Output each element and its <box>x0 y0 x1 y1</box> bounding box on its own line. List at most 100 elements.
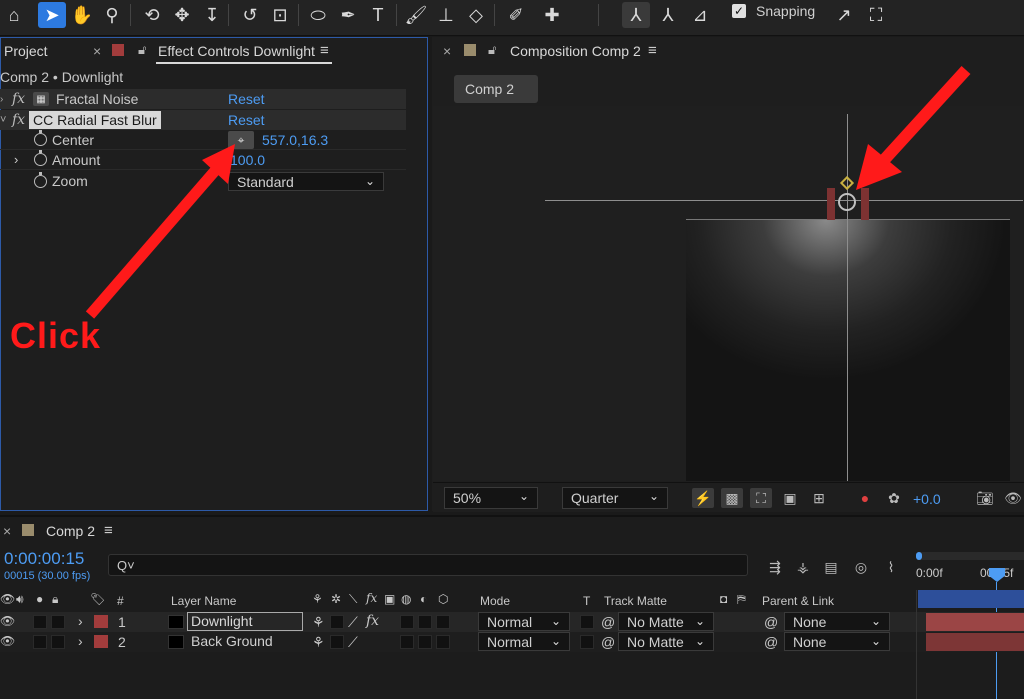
adjustment-column-icon[interactable]: ◐ <box>420 592 427 606</box>
close-tab-icon[interactable]: × <box>443 43 451 59</box>
layer-name-field[interactable]: Downlight <box>187 612 303 631</box>
comp-breadcrumb-tab[interactable]: Comp 2 <box>454 75 538 103</box>
resolution-dropdown[interactable]: Quarter ⌄ <box>562 487 668 509</box>
pen-tool-icon[interactable]: ✒ <box>334 2 362 28</box>
shy-switch-icon[interactable]: ⚘ <box>312 614 325 631</box>
draft-3d-icon[interactable]: ⚶ <box>792 557 814 577</box>
effect-row-fractal-noise[interactable]: › fx ▦ Fractal Noise Reset <box>0 89 406 109</box>
panel-menu-icon[interactable]: ≡ <box>104 522 113 539</box>
transparency-grid-icon[interactable]: ▩ <box>721 488 743 508</box>
color-channels-icon[interactable]: ● <box>854 488 876 508</box>
hand-tool-icon[interactable]: ✋ <box>68 2 96 28</box>
lock-column-icon[interactable]: 🔒︎ <box>52 592 58 607</box>
motion-blur-switch[interactable] <box>400 635 414 649</box>
magnification-dropdown[interactable]: 50% ⌄ <box>444 487 538 509</box>
collapse-switch[interactable] <box>330 615 344 629</box>
show-snapshot-icon[interactable]: 👁︎ <box>1002 488 1024 508</box>
project-tab[interactable]: Project <box>4 43 48 59</box>
orbit-camera-icon[interactable]: ⟲ <box>138 2 166 28</box>
eraser-tool-icon[interactable]: ◇ <box>462 2 490 28</box>
home-icon[interactable]: ⌂ <box>0 2 28 28</box>
3d-switch[interactable] <box>436 615 450 629</box>
center-value[interactable]: 557.0,16.3 <box>262 132 328 148</box>
effect-row-cc-radial-fast-blur[interactable]: ˅ fx CC Radial Fast Blur Reset <box>0 110 406 130</box>
panel-menu-icon[interactable]: ≡ <box>320 42 329 59</box>
preserve-transparency-toggle[interactable] <box>580 615 594 629</box>
layer-label-color[interactable] <box>94 615 108 628</box>
label-column-icon[interactable]: 🏷︎ <box>90 592 105 606</box>
collapse-switch[interactable] <box>330 635 344 649</box>
panel-menu-icon[interactable]: ≡ <box>648 42 657 59</box>
parent-dropdown[interactable]: None ⌄ <box>784 632 890 651</box>
local-axis-icon[interactable]: ⅄ <box>622 2 650 28</box>
reset-link[interactable]: Reset <box>228 91 265 107</box>
track-matte-dropdown[interactable]: No Matte ⌄ <box>618 612 714 631</box>
snap-features-icon[interactable]: ⛶ <box>862 2 890 28</box>
roto-brush-tool-icon[interactable]: ✐ <box>502 2 530 28</box>
solo-toggle[interactable] <box>33 615 47 629</box>
fast-preview-icon[interactable]: ⚡ <box>692 488 714 508</box>
motion-blur-column-icon[interactable]: ◍ <box>401 592 411 606</box>
fx-icon[interactable]: fx <box>12 112 25 128</box>
stopwatch-icon[interactable] <box>34 150 47 166</box>
shy-column-icon[interactable]: ⚘ <box>312 592 323 606</box>
audio-column-icon[interactable]: 🔊︎ <box>16 592 24 607</box>
reset-exposure-icon[interactable]: ✿ <box>883 488 905 508</box>
puppet-pin-tool-icon[interactable]: ✚ <box>538 2 566 28</box>
parent-dropdown[interactable]: None ⌄ <box>784 612 890 631</box>
dolly-camera-icon[interactable]: ↧ <box>198 2 226 28</box>
type-tool-icon[interactable]: T <box>364 2 392 28</box>
zoom-tool-icon[interactable]: ⚲ <box>98 2 126 28</box>
layer-handle-left[interactable] <box>827 188 835 220</box>
rotate-tool-icon[interactable]: ↺ <box>236 2 264 28</box>
composition-tab[interactable]: Composition Comp 2 <box>510 43 641 59</box>
work-area-start-handle[interactable] <box>916 552 922 560</box>
view-axis-icon[interactable]: ⊿ <box>686 2 714 28</box>
reset-link[interactable]: Reset <box>228 112 265 128</box>
fx-icon[interactable]: fx <box>12 91 25 107</box>
collapse-column-icon[interactable]: ✲ <box>331 592 341 606</box>
3d-switch[interactable] <box>436 635 450 649</box>
parent-pickwhip-icon[interactable]: @ <box>764 614 778 630</box>
current-timecode[interactable]: 0:00:00:15 <box>4 549 84 569</box>
motion-blur-icon[interactable]: ◎ <box>850 557 872 577</box>
matte-pickwhip-icon[interactable]: @ <box>601 634 615 650</box>
layer-row-1[interactable]: 👁︎ › 1 Downlight ⚘ ⟋ fx Normal ⌄ @ No Ma… <box>0 612 1024 632</box>
layer-label-color[interactable] <box>94 635 108 648</box>
effect-controls-tab[interactable]: Effect Controls Downlight <box>158 43 315 59</box>
shy-switch-icon[interactable]: ⚘ <box>312 634 325 651</box>
frame-blending-icon[interactable]: ▤ <box>820 557 842 577</box>
adjustment-switch[interactable] <box>418 615 432 629</box>
snapping-checkbox[interactable]: ✓ <box>732 4 746 18</box>
parent-pickwhip-icon[interactable]: @ <box>764 634 778 650</box>
quality-switch-icon[interactable]: ⟋ <box>348 634 358 651</box>
exposure-value[interactable]: +0.0 <box>913 491 941 507</box>
motion-blur-switch[interactable] <box>400 615 414 629</box>
layer-name-field[interactable]: Back Ground <box>191 633 273 649</box>
stopwatch-icon[interactable] <box>34 171 47 188</box>
ellipse-tool-icon[interactable]: ⬭ <box>304 2 332 28</box>
close-tab-icon[interactable]: × <box>93 43 101 59</box>
layer-row-2[interactable]: 👁︎ › 2 Back Ground ⚘ ⟋ Normal ⌄ @ No Mat… <box>0 632 1024 652</box>
layer-expand-arrow-icon[interactable]: › <box>78 633 83 649</box>
layer-duration-bar[interactable] <box>926 633 1024 651</box>
blend-mode-dropdown[interactable]: Normal ⌄ <box>478 612 570 631</box>
work-area-bar[interactable] <box>918 552 1024 560</box>
snapshot-camera-icon[interactable]: 📷︎ <box>974 488 996 508</box>
matte-pickwhip-icon[interactable]: @ <box>601 614 615 630</box>
composition-mini-flowchart-icon[interactable]: ⇶ <box>764 557 786 577</box>
preserve-transparency-toggle[interactable] <box>580 635 594 649</box>
solo-toggle[interactable] <box>33 635 47 649</box>
region-of-interest-icon[interactable]: ▣ <box>779 488 801 508</box>
snap-edges-icon[interactable]: ↗ <box>830 2 858 28</box>
track-matte-dropdown[interactable]: No Matte ⌄ <box>618 632 714 651</box>
lock-toggle[interactable] <box>51 615 65 629</box>
anchor-point-tool-icon[interactable]: ⊡ <box>266 2 294 28</box>
expand-arrow-icon[interactable]: › <box>14 152 18 167</box>
selection-tool-icon[interactable]: ➤ <box>38 2 66 28</box>
quality-switch-icon[interactable]: ⟋ <box>348 614 358 631</box>
collapsed-arrow-icon[interactable]: › <box>0 94 3 105</box>
visibility-eye-icon[interactable]: 👁︎ <box>0 614 15 628</box>
visibility-eye-icon[interactable]: 👁︎ <box>0 634 15 648</box>
effects-column-icon[interactable]: fx <box>366 591 377 605</box>
